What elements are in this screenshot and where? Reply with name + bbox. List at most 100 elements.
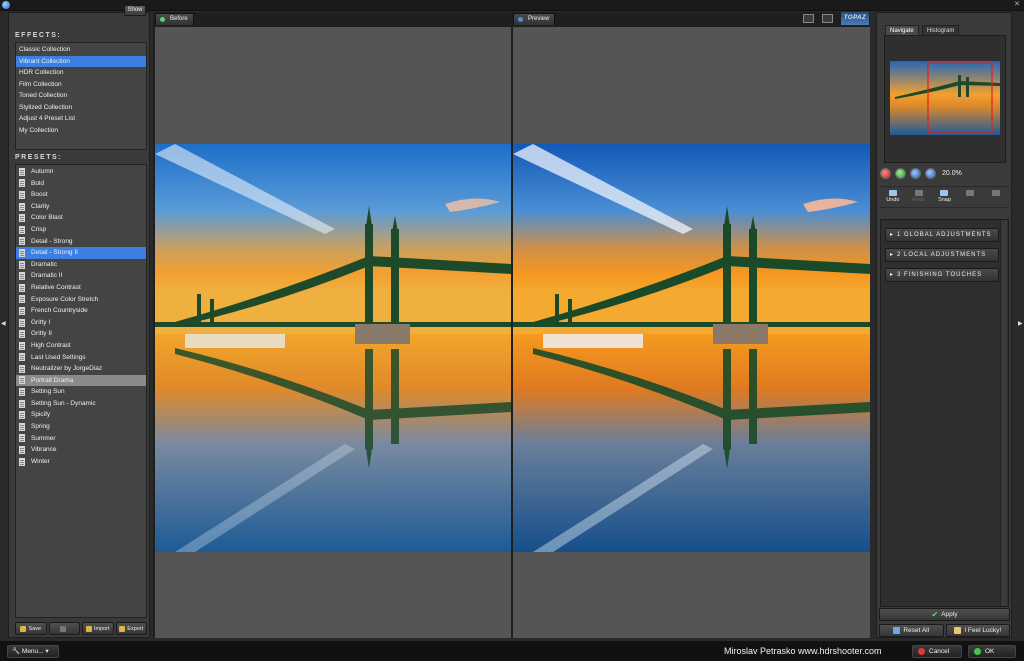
preview-image[interactable] <box>513 144 870 552</box>
preview-tab[interactable]: Preview <box>513 13 556 25</box>
preset-item[interactable]: Last Used Settings <box>16 352 146 364</box>
feel-lucky-button[interactable]: I Feel Lucky! <box>945 624 1010 637</box>
effect-item[interactable]: Film Collection <box>16 79 146 91</box>
preset-label: Last Used Settings <box>31 353 86 361</box>
effect-item[interactable]: HDR Collection <box>16 67 146 79</box>
preview-pane <box>513 27 870 638</box>
preset-file-icon <box>19 260 25 269</box>
delete-preset-button[interactable] <box>48 622 80 635</box>
preset-item[interactable]: Color Blast <box>16 212 146 224</box>
apply-button[interactable]: ✔ Apply <box>879 608 1010 621</box>
preset-item[interactable]: Detail - Strong <box>16 236 146 248</box>
effect-item[interactable]: Stylized Collection <box>16 102 146 114</box>
photo-credit: Miroslav Petrasko www.hdrshooter.com <box>724 646 882 656</box>
export-icon <box>119 625 126 632</box>
split-view-icon[interactable] <box>822 14 833 23</box>
preset-label: Setting Sun <box>31 388 65 396</box>
preset-item[interactable]: Portrait Drama <box>16 374 146 387</box>
show-button[interactable]: Show <box>124 5 146 16</box>
effect-item[interactable]: Classic Collection <box>16 44 146 56</box>
before-image[interactable] <box>155 144 511 552</box>
cancel-button[interactable]: Cancel <box>912 645 962 658</box>
effect-item[interactable]: My Collection <box>16 125 146 137</box>
menu-button[interactable]: 🔧 Menu... ▾ <box>7 645 59 658</box>
import-icon <box>85 625 92 632</box>
preset-file-icon <box>19 353 25 362</box>
preset-item[interactable]: Dramatic <box>16 259 146 271</box>
navigator <box>884 35 1006 163</box>
preset-item[interactable]: Spicify <box>16 409 146 421</box>
collapse-right-icon[interactable]: ▶ <box>1018 320 1023 327</box>
global-adjustments-button[interactable]: 1 GLOBAL ADJUSTMENTS <box>885 228 999 242</box>
preset-item[interactable]: High Contrast <box>16 340 146 352</box>
preset-label: Gritty II <box>31 330 52 338</box>
export-preset-button[interactable]: Export <box>115 622 147 635</box>
adjustments-scrollbar[interactable] <box>1000 220 1007 606</box>
preset-file-icon <box>19 190 25 199</box>
preset-item[interactable]: Vibrance <box>16 444 146 456</box>
preset-item[interactable]: Gritty II <box>16 328 146 340</box>
right-panel: Navigate Histogram 20.0% Undo Redo Snap … <box>876 12 1012 638</box>
preset-item[interactable]: Crisp <box>16 224 146 236</box>
close-window-icon[interactable]: ✕ <box>1012 1 1022 9</box>
preset-item[interactable]: Neutralizer by JorgeDiaz <box>16 363 146 375</box>
before-dot-icon <box>160 17 165 22</box>
local-adjustments-button[interactable]: 2 LOCAL ADJUSTMENTS <box>885 248 999 262</box>
preset-file-icon <box>19 248 25 257</box>
import-preset-button[interactable]: Import <box>82 622 114 635</box>
zoom-out-icon[interactable] <box>880 168 891 179</box>
preset-item[interactable]: Summer <box>16 433 146 445</box>
undo-button[interactable]: Undo <box>880 187 906 207</box>
before-pane <box>155 27 511 638</box>
effect-item[interactable]: Adjust 4 Preset List <box>16 113 146 125</box>
collapse-left-icon[interactable]: ◀ <box>1 320 6 327</box>
finishing-touches-button[interactable]: 3 FINISHING TOUCHES <box>885 268 999 282</box>
preset-file-icon <box>19 237 25 246</box>
preset-item[interactable]: French Countryside <box>16 305 146 317</box>
preview-area: Before Preview TOPAZ <box>153 12 870 638</box>
preset-label: Crisp <box>31 225 47 233</box>
preset-file-icon <box>19 283 25 292</box>
history-button-4[interactable] <box>957 187 983 207</box>
preset-file-icon <box>19 364 25 373</box>
preset-label: Dramatic <box>31 260 58 268</box>
presets-list: Autumn Bold Boost Clarity Color Blast Crisp De… <box>15 164 147 618</box>
zoom-actual-icon[interactable] <box>925 168 936 179</box>
preset-file-icon <box>19 214 25 223</box>
before-tab[interactable]: Before <box>155 13 194 25</box>
snap-button[interactable]: Snap <box>932 187 958 207</box>
zoom-in-icon[interactable] <box>895 168 906 179</box>
effect-item[interactable]: Toned Collection <box>16 90 146 102</box>
history-4-icon <box>966 190 975 196</box>
preset-file-icon <box>19 295 25 304</box>
preset-item[interactable]: Boost <box>16 189 146 201</box>
preset-item[interactable]: Relative Contrast <box>16 282 146 294</box>
save-preset-button[interactable]: Save <box>15 622 47 635</box>
reset-all-button[interactable]: Reset All <box>879 624 944 637</box>
effect-item-selected[interactable]: Vibrant Collection <box>16 55 146 67</box>
preset-item[interactable]: Setting Sun - Dynamic <box>16 398 146 410</box>
preset-file-icon <box>19 272 25 281</box>
preset-actions: Save Import Export <box>15 622 147 636</box>
single-view-icon[interactable] <box>803 14 814 23</box>
redo-button[interactable]: Redo <box>906 187 932 207</box>
preset-item[interactable]: Autumn <box>16 166 146 178</box>
undo-icon <box>888 190 897 196</box>
preset-item[interactable]: Clarity <box>16 201 146 213</box>
preset-label: Relative Contrast <box>31 283 81 291</box>
preset-item[interactable]: Dramatic II <box>16 270 146 282</box>
zoom-fit-icon[interactable] <box>910 168 921 179</box>
preset-item[interactable]: Exposure Color Stretch <box>16 294 146 306</box>
ok-button[interactable]: OK <box>968 645 1016 658</box>
preset-file-icon <box>19 202 25 211</box>
preset-item[interactable]: Bold <box>16 178 146 190</box>
topaz-logo: TOPAZ <box>841 12 869 25</box>
preset-item[interactable]: Detail - Strong II <box>16 247 146 259</box>
preset-item[interactable]: Spring <box>16 421 146 433</box>
navigator-thumbnail[interactable] <box>890 61 1000 135</box>
adjustments-panel: 1 GLOBAL ADJUSTMENTS 2 LOCAL ADJUSTMENTS… <box>880 219 1009 607</box>
history-button-5[interactable] <box>983 187 1009 207</box>
preset-item[interactable]: Setting Sun <box>16 386 146 398</box>
preset-item[interactable]: Gritty I <box>16 317 146 329</box>
preset-item[interactable]: Winter <box>16 456 146 468</box>
